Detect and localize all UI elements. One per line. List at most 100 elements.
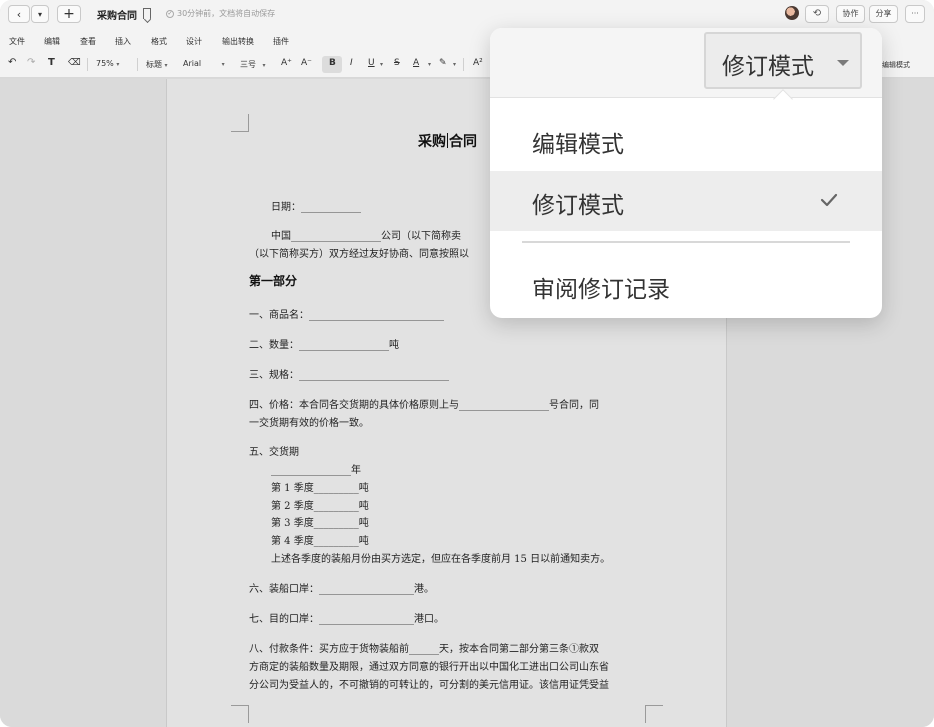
clause-line: 分公司为受益人的，不可撤销的可转让的，可分割的美元信用证。该信用证凭受益	[249, 680, 609, 691]
clause-line: 五、交货期	[249, 447, 299, 458]
app-window: ‹ ▾ + 采购合同 ✓ 30分钟前，文档将自动保存 ⟲ 协作 分享 ··· 文…	[0, 0, 934, 727]
clause-line: 三、规格：______________________________	[249, 370, 449, 381]
chevron-down-icon[interactable]: ▾	[453, 59, 456, 68]
check-icon	[820, 193, 838, 207]
clause-line: 二、数量：__________________吨	[249, 340, 399, 351]
menu-edit[interactable]: 编辑	[44, 36, 60, 47]
section-heading: 第一部分	[249, 274, 298, 288]
underline-icon[interactable]: U	[368, 58, 375, 68]
mode-option-revision[interactable]: 修订模式	[490, 171, 882, 231]
menu-view[interactable]: 查看	[80, 36, 96, 47]
redo-icon[interactable]: ↷	[27, 57, 35, 68]
mode-popover: 修订模式 编辑模式 修订模式 审阅修订记录	[490, 28, 882, 318]
history-button[interactable]: ⟲	[805, 5, 829, 23]
clause-line: 方商定的装船数量及期限，通过双方同意的银行开出以中国化工进出口公司山东省	[249, 662, 609, 673]
share-button[interactable]: 分享	[869, 5, 898, 23]
toolbar-divider	[137, 58, 138, 71]
chevron-down-icon	[837, 60, 849, 66]
grow-font-icon[interactable]: A⁺	[281, 58, 292, 68]
chevron-down-icon: ▾	[116, 61, 120, 68]
mode-option-label: 修订模式	[532, 193, 624, 219]
chevron-down-icon: ▾	[221, 61, 225, 68]
mode-option-label: 编辑模式	[532, 132, 624, 158]
menu-export[interactable]: 输出转换	[222, 36, 254, 47]
collaborate-button[interactable]: 协作	[836, 5, 865, 23]
mode-switch-select[interactable]: 编辑模式	[882, 60, 910, 70]
menu-divider	[522, 241, 850, 243]
review-revisions-label: 审阅修订记录	[532, 277, 670, 303]
format-painter-icon[interactable]: T	[48, 57, 55, 68]
bold-icon[interactable]: B	[329, 58, 336, 68]
mode-select[interactable]: 修订模式	[704, 32, 862, 89]
quarter-line: 第 4 季度_________吨	[271, 536, 369, 547]
date-line: 日期：____________	[271, 202, 361, 213]
text-cursor	[447, 133, 448, 148]
mode-option-edit[interactable]: 编辑模式	[490, 110, 882, 170]
eraser-icon[interactable]: ⌫	[68, 58, 81, 68]
page-margin-marker	[645, 705, 663, 723]
delivery-note-line: 上述各季度的装船月份由买方选定，但应在各季度前月 15 日以前通知卖方。	[271, 554, 611, 565]
size-select[interactable]: 三号 ▾	[240, 59, 266, 70]
bookmark-icon[interactable]	[143, 8, 151, 19]
chevron-down-icon: ▾	[164, 62, 168, 69]
chevron-down-icon: ▾	[262, 62, 266, 69]
check-circle-icon: ✓	[166, 9, 174, 18]
toolbar-divider	[87, 58, 88, 71]
intro-line-2: （以下简称买方）双方经过友好协商、同意按照以	[249, 249, 469, 260]
heading-part-2: 合同	[449, 134, 477, 150]
font-color-icon[interactable]: A	[413, 58, 419, 68]
mode-select-value: 修订模式	[722, 54, 814, 80]
clause-line: 八、付款条件：买方应于货物装船前______天，按本合同第二部分第三条①款双	[249, 644, 599, 655]
menu-file[interactable]: 文件	[9, 36, 25, 47]
back-icon: ‹	[16, 7, 22, 21]
clause-line: 四、价格：本合同各交货期的具体价格原则上与__________________号…	[249, 400, 599, 411]
heading-part-1: 采购	[418, 134, 446, 150]
history-dropdown-button[interactable]: ▾	[31, 5, 49, 23]
review-revisions-option[interactable]: 审阅修订记录	[490, 255, 882, 315]
zoom-select[interactable]: 75% ▾	[96, 59, 119, 68]
shrink-font-icon[interactable]: A⁻	[301, 58, 312, 68]
chevron-down-icon[interactable]: ▾	[380, 59, 383, 68]
chevron-down-icon: ▾	[37, 9, 42, 19]
clause-line: 六、装船口岸：___________________港。	[249, 584, 434, 595]
history-icon: ⟲	[812, 8, 822, 19]
clause-line: 一交货期有效的价格一致。	[249, 418, 369, 429]
toolbar-divider	[463, 58, 464, 71]
undo-icon[interactable]: ↶	[8, 57, 16, 68]
title-bar: ‹ ▾ + 采购合同 ✓ 30分钟前，文档将自动保存 ⟲ 协作 分享 ···	[0, 0, 934, 28]
page-margin-marker	[231, 114, 249, 132]
size-value: 三号	[240, 60, 256, 69]
save-status: ✓ 30分钟前，文档将自动保存	[166, 8, 275, 19]
quarter-line: 第 1 季度_________吨	[271, 483, 369, 494]
font-value: Arial	[183, 59, 202, 68]
menu-format[interactable]: 格式	[151, 36, 167, 47]
page-margin-marker	[231, 705, 249, 723]
plus-icon: +	[63, 6, 75, 22]
delivery-year-line: ________________年	[271, 465, 361, 476]
more-icon: ···	[911, 9, 919, 18]
highlight-icon[interactable]: ✎	[439, 58, 447, 68]
avatar[interactable]	[785, 6, 799, 20]
clause-line: 七、目的口岸：___________________港口。	[249, 614, 444, 625]
strikethrough-icon[interactable]: S	[394, 58, 400, 68]
menu-plugins[interactable]: 插件	[273, 36, 289, 47]
style-value: 标题	[146, 60, 162, 69]
back-button[interactable]: ‹	[8, 5, 30, 23]
zoom-value: 75%	[96, 59, 114, 68]
quarter-line: 第 2 季度_________吨	[271, 501, 369, 512]
menu-design[interactable]: 设计	[186, 36, 202, 47]
new-document-button[interactable]: +	[57, 5, 81, 23]
save-status-text: 30分钟前，文档将自动保存	[177, 9, 276, 18]
font-select[interactable]: Arial ▾	[183, 59, 225, 68]
quarter-line: 第 3 季度_________吨	[271, 518, 369, 529]
style-select[interactable]: 标题 ▾	[146, 59, 168, 70]
italic-icon[interactable]: I	[350, 58, 353, 68]
document-title[interactable]: 采购合同	[97, 7, 137, 22]
superscript-icon[interactable]: A²	[473, 58, 483, 68]
intro-line-1: 中国__________________公司（以下简称卖	[271, 231, 461, 242]
clause-line: 一、商品名：___________________________	[249, 310, 444, 321]
chevron-down-icon[interactable]: ▾	[428, 59, 431, 68]
menu-insert[interactable]: 插入	[115, 36, 131, 47]
more-options-button[interactable]: ···	[905, 5, 925, 23]
popover-header: 修订模式	[490, 28, 882, 98]
